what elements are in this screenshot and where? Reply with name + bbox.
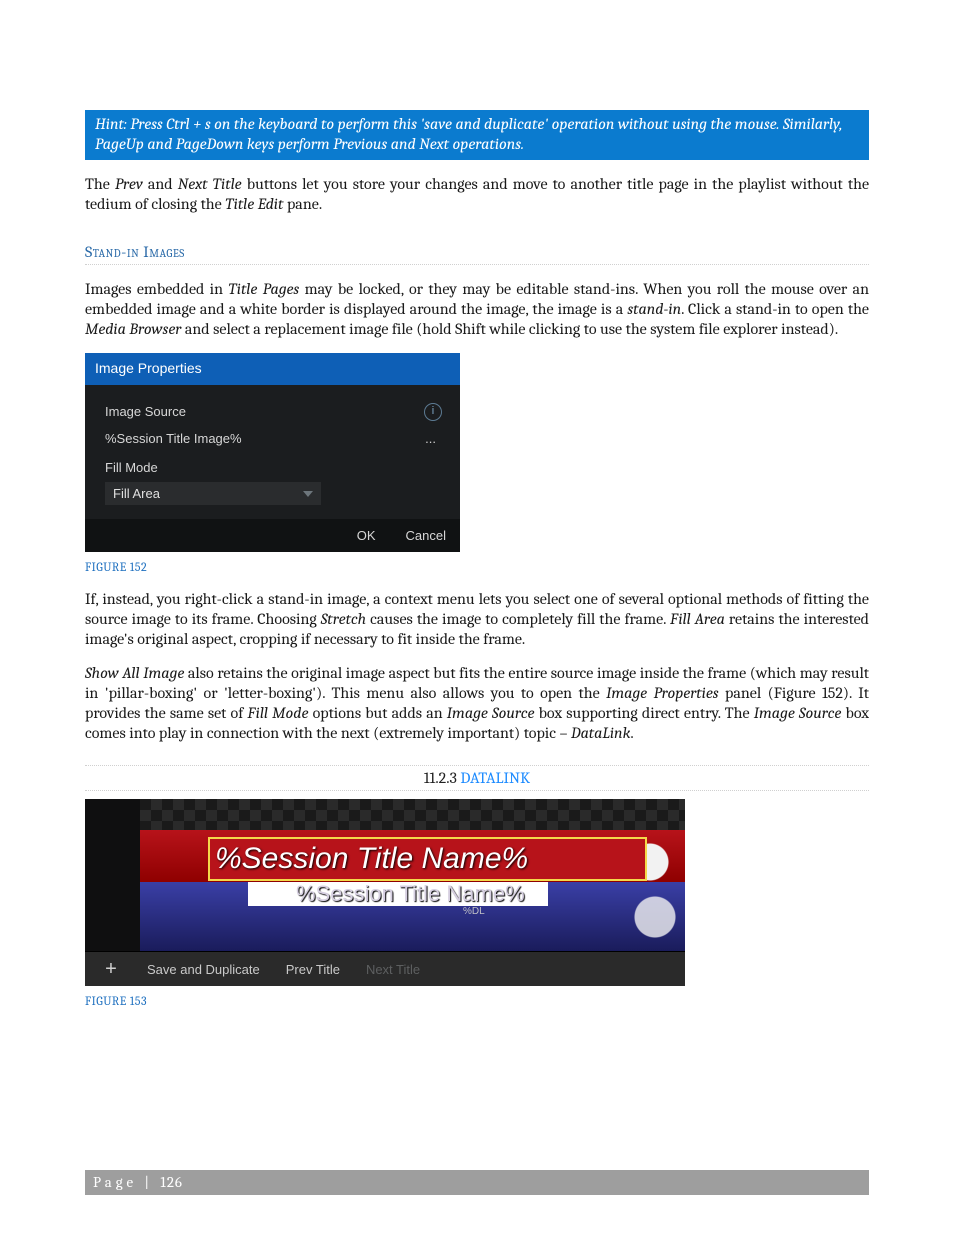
info-icon[interactable]: i: [424, 403, 442, 421]
text: and: [143, 175, 178, 193]
datalink-italic: DataLink: [571, 724, 630, 742]
image-properties-italic: Image Properties: [606, 684, 719, 702]
image-source-label: Image Source: [105, 404, 186, 420]
prev-title-button[interactable]: Prev Title: [286, 962, 340, 977]
section-datalink: 11.2.3 DATALINK: [85, 765, 869, 791]
fill-mode-select[interactable]: Fill Area: [105, 482, 321, 506]
fill-mode-label: Fill Mode: [105, 460, 442, 476]
section-label: DATALINK: [460, 769, 530, 787]
dl-badge: %DL: [463, 907, 485, 917]
ok-button[interactable]: OK: [357, 529, 376, 542]
leftbar: [85, 799, 140, 951]
text: box supporting direct entry. The: [534, 704, 753, 722]
prev-italic: Prev: [115, 175, 143, 193]
page-footer: Page | 126: [85, 1170, 869, 1195]
title-toolbar: + Save and Duplicate Prev Title Next Tit…: [85, 951, 685, 986]
figure-152-caption: Figure 152: [85, 560, 869, 575]
footer-label: Page |: [93, 1173, 160, 1191]
section-number: 11.2.3: [424, 769, 461, 787]
image-properties-dialog: Image Properties Image Source i %Session…: [85, 353, 460, 552]
paragraph-prev-next: The Prev and Next Title buttons let you …: [85, 174, 869, 214]
image-source-italic-2: Image Source: [754, 704, 842, 722]
session-title-name-1: %Session Title Name%: [215, 839, 528, 879]
fill-mode-italic: Fill Mode: [247, 704, 308, 722]
next-title-italic: Next Title: [178, 175, 242, 193]
chevron-down-icon: [303, 491, 313, 497]
text: The: [85, 175, 115, 193]
add-icon[interactable]: +: [101, 958, 121, 981]
dialog-title: Image Properties: [85, 353, 460, 385]
text: Images embedded in: [85, 280, 228, 298]
next-title-button: Next Title: [366, 962, 420, 977]
stretch-italic: Stretch: [321, 610, 366, 628]
figure-153: %Session Title Name% %Session Title Name…: [85, 799, 685, 986]
fill-mode-value: Fill Area: [113, 486, 160, 502]
fill-area-italic: Fill Area: [670, 610, 725, 628]
text: causes the image to completely fill the …: [366, 610, 670, 628]
image-source-value: %Session Title Image%: [105, 431, 242, 447]
text: and select a replacement image file (hol…: [181, 320, 838, 338]
text: .: [630, 724, 633, 742]
browse-button[interactable]: ...: [425, 431, 442, 447]
paragraph-stretch: If, instead, you right-click a stand-in …: [85, 589, 869, 649]
page-number: 126: [160, 1173, 183, 1191]
figure-153-caption: Figure 153: [85, 994, 869, 1009]
standin-italic: stand-in: [627, 300, 681, 318]
section-standin-images: Stand-in Images: [85, 242, 869, 265]
hint-box: Hint: Press Ctrl + s on the keyboard to …: [85, 110, 869, 160]
title-pages-italic: Title Pages: [228, 280, 299, 298]
paragraph-show-all: Show All Image also retains the original…: [85, 663, 869, 743]
text: pane.: [283, 195, 322, 213]
session-title-name-2: %Session Title Name%: [296, 881, 525, 907]
title-edit-italic: Title Edit: [225, 195, 283, 213]
image-source-italic: Image Source: [447, 704, 535, 722]
cancel-button[interactable]: Cancel: [406, 529, 446, 542]
text: options but adds an: [308, 704, 446, 722]
save-and-duplicate-button[interactable]: Save and Duplicate: [147, 962, 260, 977]
media-browser-italic: Media Browser: [85, 320, 181, 338]
text: . Click a stand-in to open the: [681, 300, 869, 318]
paragraph-standin: Images embedded in Title Pages may be lo…: [85, 279, 869, 339]
show-all-image-italic: Show All Image: [85, 664, 184, 682]
